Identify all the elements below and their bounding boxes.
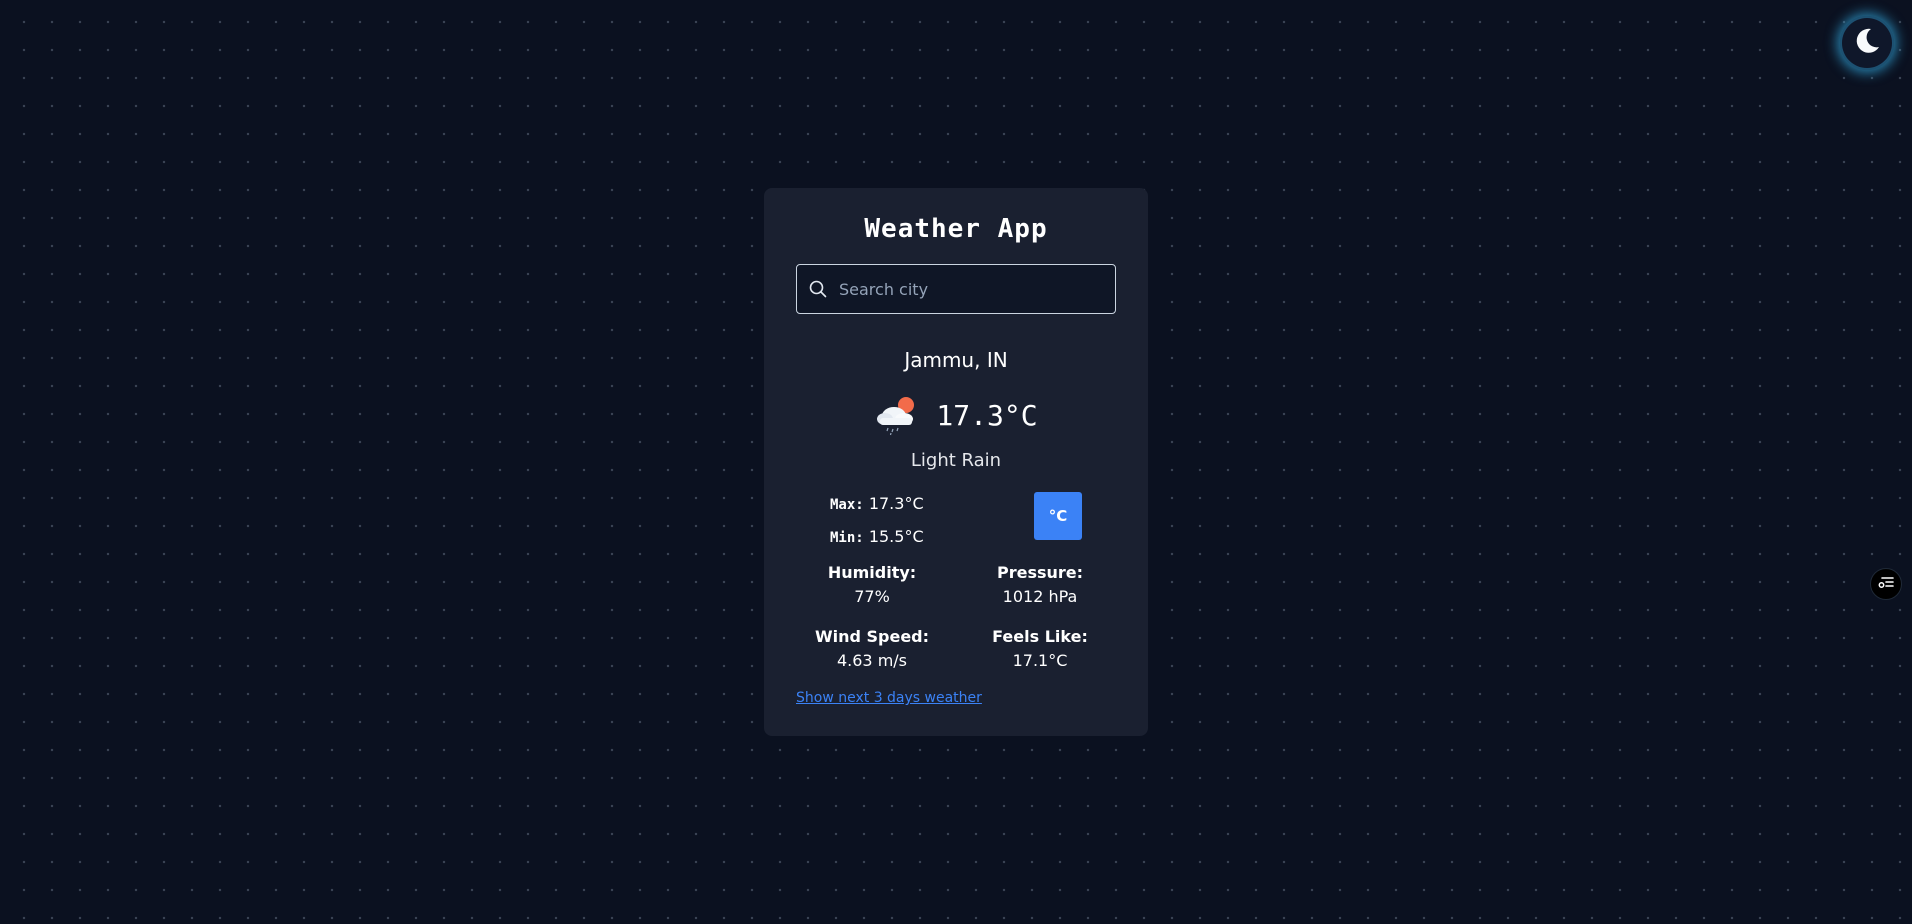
app-title: Weather App xyxy=(864,214,1048,244)
weather-card: Weather App Jammu, IN 17.3°C xyxy=(764,188,1148,736)
wind-speed-stat: Wind Speed: 4.63 m/s xyxy=(802,626,942,674)
feels-like-label: Feels Like: xyxy=(992,627,1088,646)
feels-like-value: 17.1°C xyxy=(1012,651,1068,670)
moon-icon xyxy=(1851,25,1883,61)
wind-speed-label: Wind Speed: xyxy=(814,627,930,646)
unit-toggle-button[interactable]: °C xyxy=(1034,492,1082,540)
search-input[interactable] xyxy=(837,264,1115,314)
feels-like-stat: Feels Like: 17.1°C xyxy=(970,626,1110,674)
side-menu-button[interactable] xyxy=(1870,568,1902,600)
current-temperature: 17.3°C xyxy=(936,398,1038,432)
max-temperature: Max: 17.3°C xyxy=(830,488,924,521)
min-temperature: Min: 15.5°C xyxy=(830,521,924,554)
min-label: Min: xyxy=(830,530,864,546)
min-max-temperature: Max: 17.3°C Min: 15.5°C xyxy=(830,488,924,554)
current-weather: 17.3°C xyxy=(764,392,1148,438)
humidity-stat: Humidity: 77% xyxy=(802,562,942,610)
pressure-label: Pressure: xyxy=(996,563,1084,582)
min-value: 15.5°C xyxy=(868,527,924,546)
search-icon xyxy=(807,278,829,300)
theme-toggle-button[interactable] xyxy=(1840,16,1894,70)
humidity-label: Humidity: xyxy=(827,563,917,582)
weather-condition: Light Rain xyxy=(910,450,1002,471)
forecast-link[interactable]: Show next 3 days weather xyxy=(796,690,982,706)
pressure-value: 1012 hPa xyxy=(1002,587,1078,606)
wind-speed-value: 4.63 m/s xyxy=(836,651,908,670)
max-label: Max: xyxy=(830,497,864,513)
search-box[interactable] xyxy=(796,264,1116,314)
pressure-stat: Pressure: 1012 hPa xyxy=(970,562,1110,610)
humidity-value: 77% xyxy=(854,587,890,606)
max-value: 17.3°C xyxy=(868,494,924,513)
filter-list-icon xyxy=(1877,573,1895,595)
cloud-sun-rain-icon xyxy=(874,392,920,438)
location-name: Jammu, IN xyxy=(904,348,1008,372)
